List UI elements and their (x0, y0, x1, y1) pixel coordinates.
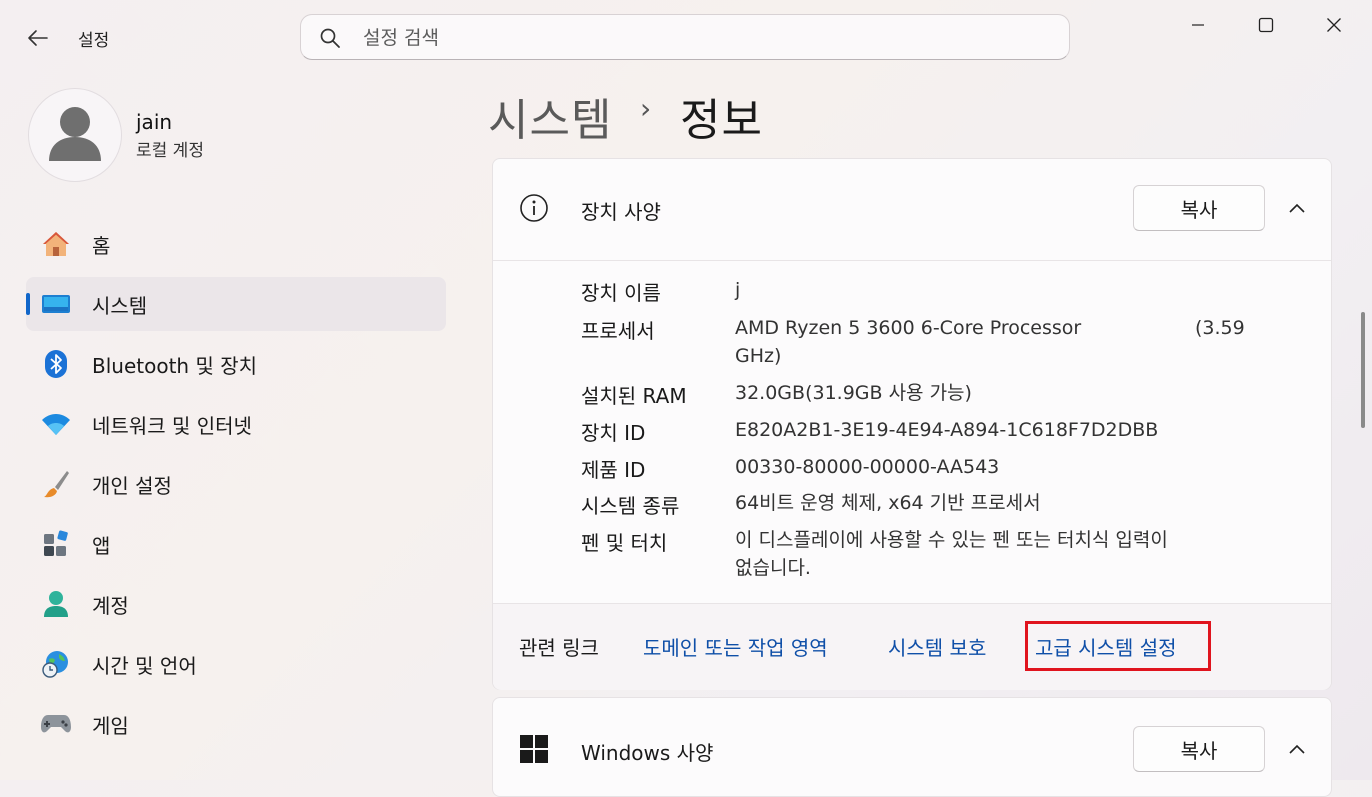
copy-button[interactable]: 복사 (1133, 185, 1265, 231)
person-icon (40, 588, 72, 620)
minimize-icon (1192, 24, 1204, 26)
spec-value-line2: GHz) (735, 345, 782, 367)
spec-value-suffix: (3.59 (1195, 317, 1245, 339)
link-domain-workgroup[interactable]: 도메인 또는 작업 영역 (643, 632, 828, 661)
spec-value: AMD Ryzen 5 3600 6-Core Processor (735, 317, 1082, 339)
active-indicator (26, 293, 30, 315)
copy-button[interactable]: 복사 (1133, 726, 1265, 772)
apps-icon (40, 528, 72, 560)
sidebar-item-label: 게임 (92, 713, 129, 738)
spec-label: 시스템 종류 (581, 494, 680, 518)
divider (493, 260, 1331, 261)
spec-label: 프로세서 (581, 319, 655, 343)
sidebar-item-apps[interactable]: 앱 (26, 517, 446, 571)
info-icon (520, 194, 548, 222)
brush-icon (40, 468, 72, 500)
app-title: 설정 (78, 31, 110, 51)
search-icon (320, 28, 340, 48)
sidebar-item-gaming[interactable]: 게임 (26, 697, 446, 751)
search-input[interactable] (361, 23, 1045, 53)
sidebar-item-home[interactable]: 홈 (26, 217, 446, 271)
avatar[interactable] (28, 88, 122, 182)
globe-clock-icon (40, 648, 72, 680)
sidebar-item-label: 개인 설정 (92, 473, 172, 498)
minimize-button[interactable] (1174, 8, 1222, 42)
scrollbar[interactable] (1361, 312, 1365, 428)
spec-label: 제품 ID (581, 458, 646, 482)
spec-value: E820A2B1-3E19-4E94-A894-1C618F7D2DBB (735, 419, 1159, 441)
spec-value: 32.0GB(31.9GB 사용 가능) (735, 382, 972, 404)
sidebar-item-bluetooth[interactable]: Bluetooth 및 장치 (26, 337, 446, 391)
sidebar-item-network[interactable]: 네트워크 및 인터넷 (26, 397, 446, 451)
sidebar-item-label: Bluetooth 및 장치 (92, 353, 258, 378)
spec-value: j (735, 279, 741, 301)
sidebar-item-label: 앱 (92, 533, 111, 558)
bluetooth-icon (40, 348, 72, 380)
sidebar-item-label: 홈 (92, 233, 111, 258)
spec-label: 설치된 RAM (581, 384, 687, 408)
breadcrumb-parent[interactable]: 시스템 (488, 84, 612, 148)
close-icon (1327, 18, 1341, 32)
page-title: 정보 (680, 95, 763, 146)
spec-value-line2: 없습니다. (735, 557, 811, 579)
device-specs-title: 장치 사양 (581, 200, 661, 224)
account-type: 로컬 계정 (136, 141, 204, 161)
chevron-up-icon (1289, 744, 1305, 754)
breadcrumb-separator: › (640, 92, 652, 125)
close-button[interactable] (1310, 8, 1358, 42)
windows-logo-icon (520, 735, 548, 763)
gamepad-icon (40, 708, 72, 740)
sidebar-item-system[interactable]: 시스템 (26, 277, 446, 331)
windows-specs-title: Windows 사양 (581, 741, 714, 765)
spec-label: 장치 이름 (581, 281, 661, 305)
device-specs-card: 장치 사양 복사 장치 이름 j 프로세서 AMD Ryzen 5 3600 6… (492, 158, 1332, 690)
wifi-icon (40, 408, 72, 440)
related-links-label: 관련 링크 (519, 636, 599, 660)
sidebar-item-label: 시간 및 언어 (92, 653, 197, 678)
spec-value: 00330-80000-00000-AA543 (735, 456, 1000, 478)
link-system-protection[interactable]: 시스템 보호 (888, 632, 986, 661)
sidebar-item-personalization[interactable]: 개인 설정 (26, 457, 446, 511)
back-arrow-icon (28, 30, 48, 46)
sidebar-item-label: 계정 (92, 593, 129, 618)
collapse-button[interactable] (1279, 731, 1315, 767)
windows-specs-card: Windows 사양 복사 (492, 697, 1332, 797)
spec-value: 64비트 운영 체제, x64 기반 프로세서 (735, 492, 1041, 514)
home-icon (40, 228, 72, 260)
back-button[interactable] (22, 22, 54, 54)
sidebar-item-time-language[interactable]: 시간 및 언어 (26, 637, 446, 691)
sidebar-item-label: 네트워크 및 인터넷 (92, 413, 252, 438)
search-box[interactable] (300, 14, 1070, 60)
related-links: 관련 링크 도메인 또는 작업 영역 시스템 보호 고급 시스템 설정 (493, 603, 1331, 690)
spec-value: 이 디스플레이에 사용할 수 있는 펜 또는 터치식 입력이 (735, 529, 1168, 551)
spec-label: 펜 및 터치 (581, 531, 668, 555)
user-name: jain (136, 110, 173, 134)
maximize-icon (1258, 17, 1274, 33)
user-silhouette-icon (49, 107, 101, 161)
link-advanced-system-settings[interactable]: 고급 시스템 설정 (1035, 632, 1177, 661)
system-icon (40, 288, 72, 320)
sidebar-item-label: 시스템 (92, 293, 148, 318)
chevron-up-icon (1289, 203, 1305, 213)
collapse-button[interactable] (1279, 190, 1315, 226)
sidebar-item-accounts[interactable]: 계정 (26, 577, 446, 631)
spec-label: 장치 ID (581, 421, 646, 445)
maximize-button[interactable] (1242, 8, 1290, 42)
